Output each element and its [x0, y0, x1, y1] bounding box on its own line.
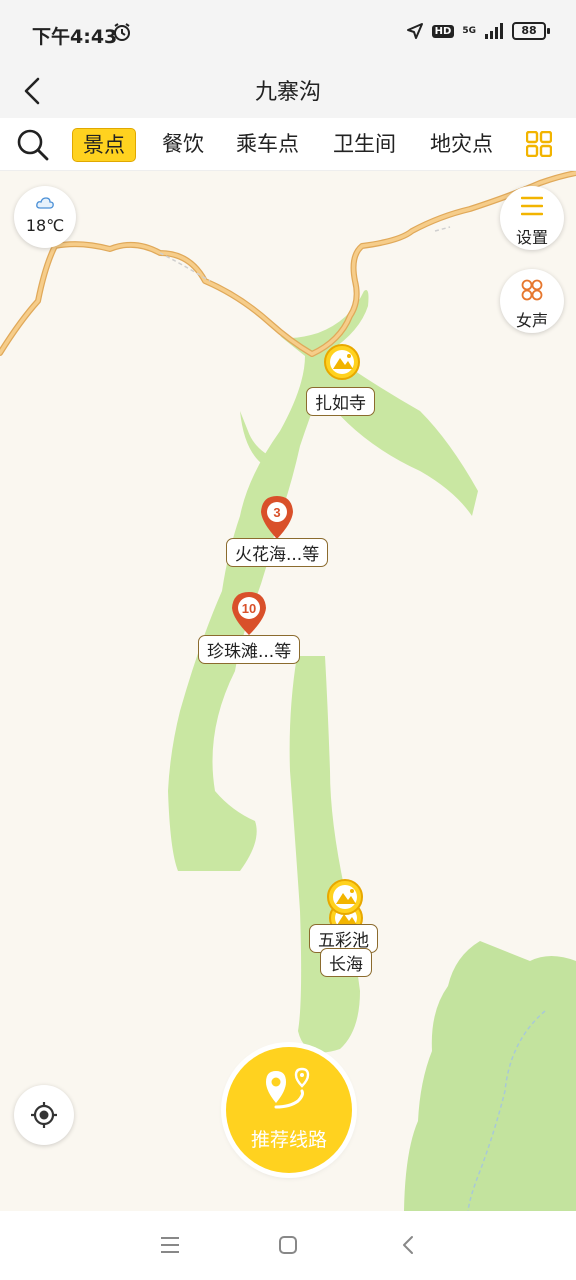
locate-button[interactable] — [14, 1085, 74, 1145]
locate-target-icon — [31, 1102, 57, 1128]
pin-label[interactable]: 火花海...等 — [226, 538, 329, 567]
road — [0, 171, 576, 357]
temperature-text: 18℃ — [25, 216, 65, 235]
cloud-icon — [36, 197, 54, 209]
cluster-count: 10 — [242, 601, 256, 616]
location-arrow-icon — [406, 23, 423, 39]
tab-dining[interactable]: 餐饮 — [162, 128, 204, 160]
menu-nav-icon[interactable] — [160, 1236, 180, 1254]
mountain-area — [404, 941, 576, 1211]
menu-icon — [521, 196, 543, 216]
route-pin-icon — [266, 1067, 310, 1109]
page-title: 九寨沟 — [254, 80, 321, 105]
voice-label: 女声 — [515, 311, 548, 330]
category-tab-bar: 景点 餐饮 乘车点 卫生间 地灾点 — [0, 118, 576, 171]
pin-label[interactable]: 扎如寺 — [306, 387, 375, 416]
scenic-pin-icon[interactable] — [327, 879, 363, 915]
battery-indicator: 88 — [512, 22, 550, 40]
home-nav-icon[interactable] — [278, 1235, 298, 1255]
tab-toilets[interactable]: 卫生间 — [333, 128, 396, 160]
signal-icon — [485, 23, 503, 39]
network-label: 5G — [462, 25, 476, 36]
title-bar: 九寨沟 — [0, 64, 576, 118]
recommended-route-button[interactable]: 推荐线路 — [226, 1047, 352, 1173]
tab-scenic-spots[interactable]: 景点 — [72, 128, 136, 162]
settings-button[interactable]: 设置 — [500, 186, 564, 250]
scenic-pin-icon[interactable] — [324, 344, 360, 380]
hd-badge: HD — [431, 24, 455, 38]
back-nav-icon[interactable] — [400, 1235, 416, 1255]
tab-bus-stops[interactable]: 乘车点 — [236, 128, 299, 160]
weather-widget[interactable]: 18℃ — [14, 186, 76, 248]
cluster-count: 3 — [273, 505, 280, 520]
park-area — [289, 656, 360, 1053]
status-bar: 下午4:43 HD 5G 88 — [0, 0, 576, 64]
settings-label: 设置 — [515, 228, 548, 247]
voice-button[interactable]: 女声 — [500, 269, 564, 333]
route-button-label: 推荐线路 — [250, 1129, 327, 1151]
pin-label[interactable]: 长海 — [320, 948, 372, 977]
search-icon[interactable] — [16, 128, 50, 162]
status-time: 下午4:43 — [32, 26, 118, 48]
tab-hazard-points[interactable]: 地灾点 — [430, 128, 493, 160]
status-icons: HD 5G 88 — [406, 22, 550, 40]
system-nav-bar — [0, 1211, 576, 1280]
grid-menu-icon[interactable] — [526, 131, 552, 157]
map-view[interactable]: 3 10 扎如寺 火花海...等 珍珠滩...等 五彩池 长海 18℃ 设置 女… — [0, 171, 576, 1211]
alarm-icon — [114, 23, 130, 41]
voice-clover-icon — [521, 279, 543, 301]
pin-label[interactable]: 珍珠滩...等 — [198, 635, 301, 664]
